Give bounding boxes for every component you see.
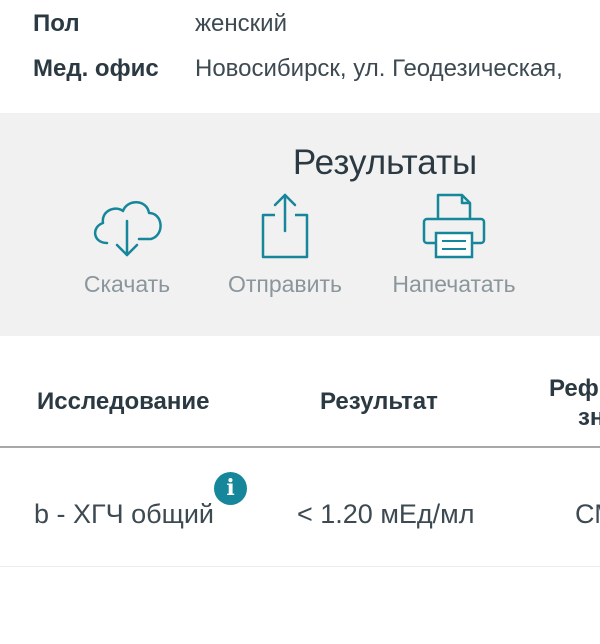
table-row[interactable]: b - ХГЧ общий i < 1.20 мЕд/мл СМ xyxy=(0,448,600,567)
results-panel: Результаты Скачать Отправить Напечатать xyxy=(0,113,600,336)
table-header: Исследование Результат Реф зн xyxy=(0,336,600,448)
dynamics-label: Ди xyxy=(530,271,600,298)
share-icon xyxy=(261,193,309,259)
print-button[interactable]: Напечатать xyxy=(369,191,539,298)
test-result: < 1.20 мЕд/мл xyxy=(297,499,475,529)
header-reference-line1: Реф xyxy=(549,375,599,402)
download-button[interactable]: Скачать xyxy=(42,191,212,298)
header-reference-line2: зн xyxy=(578,404,600,431)
patient-info: Пол женский Мед. офис Новосибирск, ул. Г… xyxy=(0,0,600,113)
cloud-download-icon xyxy=(94,201,162,257)
dynamics-icon xyxy=(575,191,600,259)
test-name: b - ХГЧ общий xyxy=(34,499,214,529)
print-label: Напечатать xyxy=(392,271,516,297)
sex-label: Пол xyxy=(33,10,80,37)
send-button[interactable]: Отправить xyxy=(200,191,370,298)
test-reference: СМ xyxy=(575,499,600,529)
header-test: Исследование xyxy=(37,388,210,415)
header-reference: Реф зн xyxy=(549,374,600,432)
download-label: Скачать xyxy=(83,271,171,297)
header-result: Результат xyxy=(320,388,438,415)
printer-icon xyxy=(422,193,486,259)
sex-value: женский xyxy=(195,10,287,37)
office-label: Мед. офис xyxy=(33,55,159,82)
info-icon[interactable]: i xyxy=(214,472,247,505)
office-value: Новосибирск, ул. Геодезическая, xyxy=(195,55,563,82)
results-title: Результаты xyxy=(292,143,478,182)
dynamics-button[interactable]: Ди xyxy=(530,191,600,298)
send-label: Отправить xyxy=(227,271,343,297)
